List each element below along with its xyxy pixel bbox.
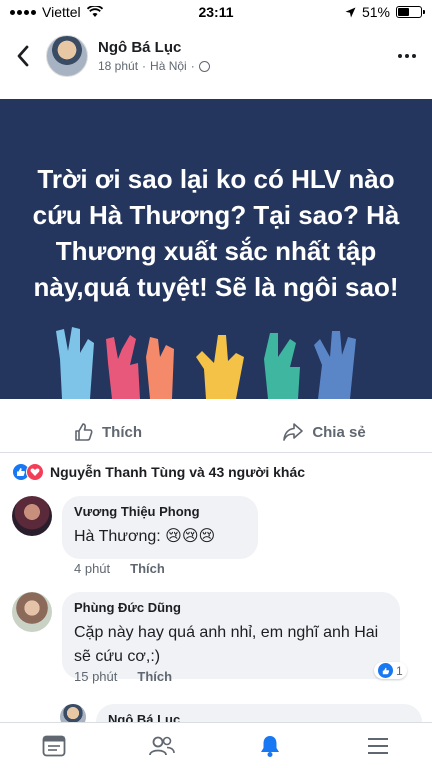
share-button[interactable]: Chia sẻ bbox=[216, 412, 432, 452]
share-arrow-icon bbox=[283, 423, 304, 441]
news-feed-icon bbox=[42, 735, 66, 756]
like-label: Thích bbox=[102, 423, 142, 441]
like-reaction-icon bbox=[378, 663, 393, 678]
post-location[interactable]: Hà Nội bbox=[150, 59, 187, 73]
raised-hands-illustration bbox=[56, 327, 356, 399]
commenter-name[interactable]: Phùng Đức Dũng bbox=[74, 600, 388, 615]
notifications-icon bbox=[261, 735, 279, 757]
post-time[interactable]: 18 phút bbox=[98, 59, 138, 73]
battery-percent: 51% bbox=[361, 4, 390, 20]
reactions-summary[interactable]: Nguyễn Thanh Tùng và 43 người khác bbox=[12, 463, 305, 481]
post-header: Ngô Bá Lục 18 phút · Hà Nội · bbox=[0, 28, 432, 84]
more-dots-icon bbox=[398, 54, 402, 58]
clock: 23:11 bbox=[198, 4, 234, 20]
commenter-avatar[interactable] bbox=[12, 592, 52, 632]
globe-icon bbox=[198, 60, 210, 72]
commenter-name[interactable]: Vương Thiệu Phong bbox=[74, 504, 246, 519]
comment-bubble[interactable]: Phùng Đức Dũng Cặp này hay quá anh nhỉ, … bbox=[62, 592, 400, 679]
status-bar: Viettel 23:11 51% bbox=[0, 0, 432, 24]
comment-text: Hà Thương: 😢😢😢 bbox=[74, 528, 216, 545]
nav-notifications[interactable] bbox=[216, 723, 324, 768]
comment-like-count[interactable]: 1 bbox=[374, 662, 407, 679]
comment: Vương Thiệu Phong Hà Thương: 😢😢😢 bbox=[12, 496, 258, 559]
author-name[interactable]: Ngô Bá Lục bbox=[98, 39, 382, 56]
comment-meta: 15 phút Thích bbox=[74, 669, 172, 684]
author-avatar[interactable] bbox=[46, 35, 88, 77]
nav-menu[interactable] bbox=[324, 723, 432, 768]
comment-time: 4 phút bbox=[74, 561, 111, 576]
friends-icon bbox=[149, 736, 175, 755]
wifi-icon bbox=[86, 6, 103, 17]
post-actions: Thích Chia sẻ bbox=[0, 412, 432, 452]
menu-icon bbox=[368, 737, 388, 754]
bottom-navigation bbox=[0, 722, 432, 768]
comment-like-button[interactable]: Thích bbox=[130, 561, 165, 576]
post-background[interactable]: Trời ơi sao lại ko có HLV nào cứu Hà Thư… bbox=[0, 99, 432, 399]
comment-text: Cặp này hay quá anh nhỉ, em nghĩ anh Hai… bbox=[74, 624, 379, 665]
divider bbox=[0, 452, 432, 453]
nav-friends[interactable] bbox=[108, 723, 216, 768]
location-arrow-icon bbox=[345, 7, 356, 17]
comment-meta: 4 phút Thích bbox=[74, 561, 165, 576]
post-text: Trời ơi sao lại ko có HLV nào cứu Hà Thư… bbox=[32, 164, 400, 302]
comment-like-button[interactable]: Thích bbox=[137, 669, 172, 684]
back-button[interactable] bbox=[0, 28, 46, 84]
share-label: Chia sẻ bbox=[312, 423, 366, 441]
like-button[interactable]: Thích bbox=[0, 412, 216, 452]
thumbs-up-icon bbox=[75, 423, 93, 441]
comment-bubble[interactable]: Vương Thiệu Phong Hà Thương: 😢😢😢 bbox=[62, 496, 258, 559]
signal-icon bbox=[10, 9, 36, 15]
carrier-label: Viettel bbox=[42, 4, 81, 20]
comment-time: 15 phút bbox=[74, 669, 118, 684]
battery-icon bbox=[396, 6, 425, 18]
more-options-button[interactable] bbox=[382, 54, 432, 58]
love-reaction-icon bbox=[26, 463, 44, 481]
chevron-left-icon bbox=[17, 45, 29, 67]
reactions-text: Nguyễn Thanh Tùng và 43 người khác bbox=[50, 464, 306, 480]
commenter-avatar[interactable] bbox=[12, 496, 52, 536]
comment: Phùng Đức Dũng Cặp này hay quá anh nhỉ, … bbox=[12, 592, 400, 679]
nav-news-feed[interactable] bbox=[0, 723, 108, 768]
